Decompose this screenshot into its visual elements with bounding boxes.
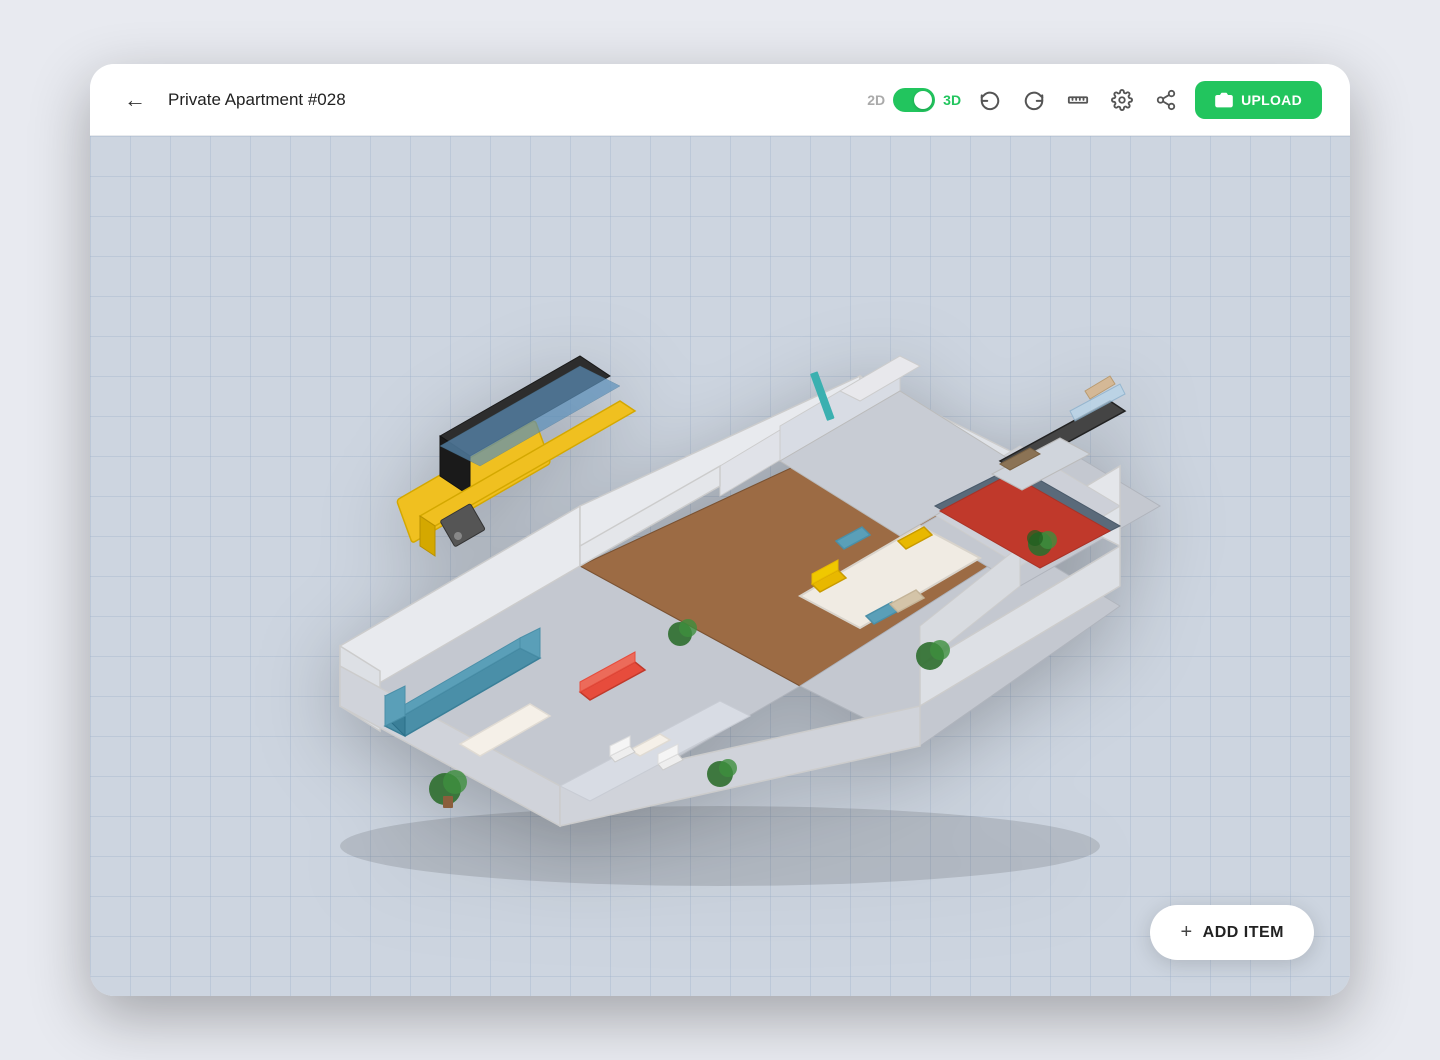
plus-icon: + [1180,921,1192,944]
settings-button[interactable] [1107,85,1137,115]
measure-icon [1067,89,1089,111]
floor-plan-svg [240,226,1200,906]
app-container: ← Private Apartment #028 2D 3D [90,64,1350,996]
project-title: Private Apartment #028 [168,90,851,110]
redo-button[interactable] [1019,85,1049,115]
floor-plan-viewport [90,136,1350,996]
view-toggle-switch[interactable] [893,88,935,112]
2d-label: 2D [867,92,885,108]
measure-button[interactable] [1063,85,1093,115]
share-button[interactable] [1151,85,1181,115]
3d-label: 3D [943,92,961,108]
canvas-area[interactable]: + ADD ITEM [90,136,1350,996]
upload-label: UPLOAD [1241,92,1302,108]
toggle-knob [914,91,932,109]
toolbar-right: 2D 3D [867,81,1322,119]
back-arrow-icon: ← [124,87,146,113]
upload-button[interactable]: UPLOAD [1195,81,1322,119]
share-icon [1155,89,1177,111]
camera-icon [1215,91,1233,109]
redo-icon [1023,89,1045,111]
undo-icon [979,89,1001,111]
add-item-label: ADD ITEM [1203,924,1284,942]
gear-icon [1111,89,1133,111]
view-toggle: 2D 3D [867,88,961,112]
back-button[interactable]: ← [118,81,152,119]
add-item-button[interactable]: + ADD ITEM [1150,905,1314,960]
header-bar: ← Private Apartment #028 2D 3D [90,64,1350,136]
undo-button[interactable] [975,85,1005,115]
